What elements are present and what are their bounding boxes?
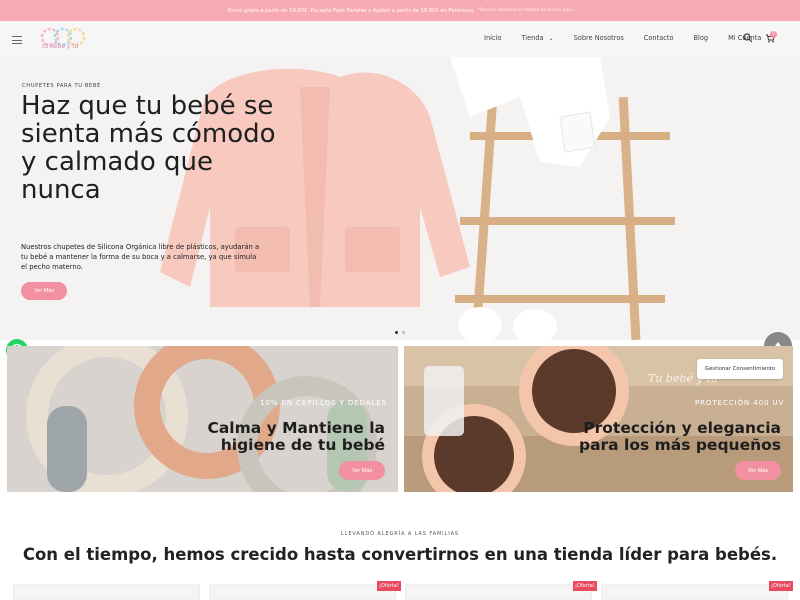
product-card[interactable] (209, 584, 396, 600)
section-eyebrow: LLEVANDO ALEGRÍA A LAS FAMILIAS (340, 531, 460, 537)
promo-conditions-link[interactable]: *Revisar condiciones Política de envíos … (478, 8, 572, 13)
nav-item-contacto[interactable]: Contacto (644, 34, 674, 42)
section-title: Con el tiempo, hemos crecido hasta conve… (22, 545, 778, 564)
hero-cta-button[interactable]: Ver Más (21, 282, 67, 300)
nav-label: Sobre Nosotros (573, 34, 624, 42)
cart-count-badge: 0 (770, 31, 777, 38)
nav-item-tienda[interactable]: Tienda ⌄ (521, 34, 553, 42)
sale-badge: ¡Oferta! (377, 581, 401, 591)
hero-slider: CHUPETES PARA TU BEBÉ Haz que tu bebé se… (0, 57, 800, 340)
manage-consent-button[interactable]: Gestionar Consentimiento (697, 359, 783, 379)
nav-label: Contacto (643, 34, 674, 42)
nav-item-blog[interactable]: Blog (694, 34, 709, 42)
sale-badge: ¡Oferta! (573, 581, 597, 591)
promo-bar: Envío gratis a partir de 19,90€. Excepto… (0, 0, 800, 21)
nav-label: Blog (693, 34, 709, 42)
slider-dot[interactable] (395, 331, 398, 334)
promo-card-teethers[interactable]: 10% EN CEPILLOS Y DEDALES Calma y Mantie… (7, 346, 398, 492)
slider-dots (395, 331, 405, 334)
site-header: tu bebé y tú Inicio Tienda ⌄ Sobre Nosotr… (0, 21, 800, 57)
product-card[interactable] (13, 584, 200, 600)
logo-text: tu bebé y tú (42, 43, 79, 50)
product-card[interactable] (601, 584, 788, 600)
card-cta-button[interactable]: Ver Más (339, 461, 385, 480)
main-nav: Inicio Tienda ⌄ Sobre Nosotros Contacto B… (484, 34, 781, 42)
promo-text: Envío gratis a partir de 19,90€. Excepto… (228, 7, 475, 14)
hero-title: Haz que tu bebé se sienta más cómodo y c… (21, 91, 276, 205)
hero-eyebrow: CHUPETES PARA TU BEBÉ (22, 83, 101, 89)
nav-label: Inicio (484, 34, 502, 42)
card-title: Protección y elegancia para los más pequ… (578, 419, 781, 454)
card-cta-button[interactable]: Ver Más (735, 461, 781, 480)
card-eyebrow: PROTECCIÓN 400 UV (695, 398, 785, 407)
hero-description: Nuestros chupetes de Silicona Orgánica l… (21, 243, 260, 271)
nav-label: Tienda (521, 34, 544, 42)
menu-icon[interactable] (12, 36, 22, 44)
slider-dot[interactable] (402, 331, 405, 334)
nav-item-sobre-nosotros[interactable]: Sobre Nosotros (574, 34, 624, 42)
sale-badge: ¡Oferta! (769, 581, 793, 591)
chevron-down-icon: ⌄ (548, 34, 554, 42)
nav-item-inicio[interactable]: Inicio (484, 34, 501, 42)
product-card[interactable] (405, 584, 592, 600)
card-title: Calma y Mantiene la higiene de tu bebé (207, 419, 385, 454)
card-eyebrow: 10% EN CEPILLOS Y DEDALES (260, 398, 387, 407)
search-icon[interactable] (743, 33, 753, 43)
